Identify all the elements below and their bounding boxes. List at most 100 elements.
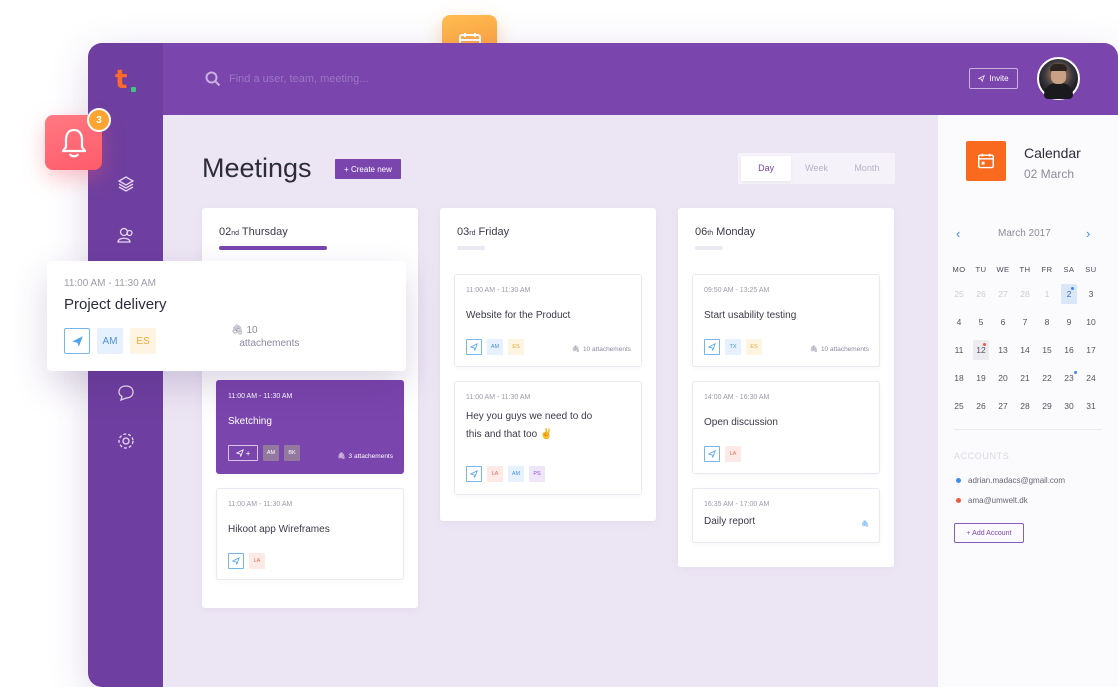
- logo[interactable]: t: [115, 65, 127, 95]
- chevron-left-icon[interactable]: ‹: [956, 226, 960, 241]
- settings-icon[interactable]: [116, 431, 136, 451]
- tab-week[interactable]: Week: [791, 156, 841, 181]
- calendar-day[interactable]: 9: [1058, 312, 1080, 332]
- popup-attachments[interactable]: 🖇 10 attachements: [231, 324, 299, 350]
- participant-chip[interactable]: ES: [508, 339, 524, 355]
- logo-dot: [131, 87, 136, 92]
- calendar-day[interactable]: 1: [1036, 284, 1058, 304]
- calendar-day[interactable]: 28: [1014, 396, 1036, 416]
- calendar-day[interactable]: 3: [1080, 284, 1102, 304]
- calendar-day[interactable]: 26: [970, 396, 992, 416]
- send-add-button[interactable]: +: [228, 445, 258, 461]
- participant-chip[interactable]: LA: [725, 446, 741, 462]
- calendar-day[interactable]: 6: [992, 312, 1014, 332]
- calendar-day[interactable]: 16: [1058, 340, 1080, 360]
- calendar-day[interactable]: 10: [1080, 312, 1102, 332]
- calendar-day-selected[interactable]: 2: [1061, 284, 1077, 304]
- meeting-chips: LA: [228, 553, 265, 569]
- calendar-day[interactable]: 12: [973, 340, 989, 360]
- meeting-card[interactable]: 11:00 AM - 11:30 AM Sketching + AM BK 🖇 3…: [216, 380, 404, 474]
- participant-chip[interactable]: AM: [263, 445, 279, 461]
- send-icon[interactable]: [704, 446, 720, 462]
- calendar-day[interactable]: 11: [948, 340, 970, 360]
- send-icon[interactable]: [228, 553, 244, 569]
- calendar-day[interactable]: 24: [1080, 368, 1102, 388]
- participant-chip[interactable]: AM: [97, 328, 123, 354]
- account-item[interactable]: ama@umwelt.dk: [956, 496, 1028, 505]
- column-progress: [219, 246, 327, 250]
- notification-count-badge: 3: [87, 108, 111, 132]
- chevron-right-icon[interactable]: ›: [1086, 226, 1090, 241]
- invite-button[interactable]: Invite: [969, 68, 1018, 89]
- calendar-icon: [966, 141, 1006, 181]
- participant-chip[interactable]: LA: [487, 466, 503, 482]
- meeting-card[interactable]: 11:00 AM - 11:30 AM Hikoot app Wireframe…: [216, 488, 404, 580]
- meeting-card[interactable]: 16:35 AM - 17:00 AM Daily report 🖇: [692, 488, 880, 543]
- meeting-card[interactable]: 14:00 AM - 16:30 AM Open discussion LA: [692, 381, 880, 474]
- meeting-time: 11:00 AM - 11:30 AM: [228, 501, 293, 508]
- calendar-day[interactable]: 4: [948, 312, 970, 332]
- avatar[interactable]: [1037, 57, 1080, 100]
- calendar-day[interactable]: 17: [1080, 340, 1102, 360]
- calendar-day[interactable]: 27: [992, 284, 1014, 304]
- calendar-day[interactable]: 28: [1014, 284, 1036, 304]
- calendar-week: 4 5 6 7 8 9 10: [948, 312, 1118, 332]
- column-progress: [695, 246, 723, 250]
- meeting-chips: TX ES: [704, 339, 762, 355]
- calendar-day[interactable]: 19: [970, 368, 992, 388]
- calendar-day[interactable]: 5: [970, 312, 992, 332]
- paperclip-icon[interactable]: 🖇: [861, 520, 869, 528]
- add-account-button[interactable]: + Add Account: [954, 523, 1024, 543]
- calendar-week: 25 26 27 28 29 30 31: [948, 396, 1118, 416]
- participant-chip[interactable]: PS: [529, 466, 545, 482]
- calendar-day[interactable]: 14: [1014, 340, 1036, 360]
- participant-chip[interactable]: LA: [249, 553, 265, 569]
- participant-chip[interactable]: BK: [284, 445, 300, 461]
- search-input[interactable]: [229, 69, 529, 89]
- send-icon[interactable]: [466, 466, 482, 482]
- calendar-title: Calendar: [1024, 145, 1081, 161]
- calendar-day[interactable]: 27: [992, 396, 1014, 416]
- send-icon[interactable]: [466, 339, 482, 355]
- participant-chip[interactable]: TX: [725, 339, 741, 355]
- accounts-heading: ACCOUNTS: [954, 451, 1010, 461]
- account-item[interactable]: adrian.madacs@gmail.com: [956, 476, 1065, 485]
- attachments-link[interactable]: 🖇 3 attachements: [337, 452, 393, 461]
- meeting-card[interactable]: 11:00 AM - 11:30 AM Hey you guys we need…: [454, 381, 642, 495]
- participant-chip[interactable]: AM: [487, 339, 503, 355]
- top-bar: Invite: [163, 43, 1118, 115]
- create-new-button[interactable]: + Create new: [335, 159, 401, 179]
- meeting-popup-card[interactable]: 11:00 AM - 11:30 AM Project delivery AM …: [47, 261, 406, 371]
- calendar-day[interactable]: 21: [1014, 368, 1036, 388]
- calendar-day[interactable]: 13: [992, 340, 1014, 360]
- send-icon[interactable]: [64, 328, 90, 354]
- calendar-day[interactable]: 8: [1036, 312, 1058, 332]
- participant-chip[interactable]: ES: [746, 339, 762, 355]
- calendar-day[interactable]: 7: [1014, 312, 1036, 332]
- users-icon[interactable]: [116, 225, 136, 245]
- meeting-card[interactable]: 09:50 AM - 13:25 AM Start usability test…: [692, 274, 880, 367]
- avatar-hair: [1050, 64, 1067, 71]
- send-icon[interactable]: [704, 339, 720, 355]
- calendar-day[interactable]: 15: [1036, 340, 1058, 360]
- calendar-day[interactable]: 20: [992, 368, 1014, 388]
- chat-icon[interactable]: [116, 383, 136, 403]
- calendar-day[interactable]: 29: [1036, 396, 1058, 416]
- calendar-day[interactable]: 26: [970, 284, 992, 304]
- calendar-day[interactable]: 18: [948, 368, 970, 388]
- meeting-card[interactable]: 11:00 AM - 11:30 AM Website for the Prod…: [454, 274, 642, 367]
- tab-day[interactable]: Day: [741, 156, 792, 181]
- meeting-title: Open discussion: [704, 417, 778, 428]
- attachments-link[interactable]: 🖇 10 attachements: [572, 345, 631, 354]
- layers-icon[interactable]: [116, 174, 136, 194]
- tab-month[interactable]: Month: [842, 156, 892, 181]
- calendar-day[interactable]: 23: [1058, 368, 1080, 388]
- participant-chip[interactable]: AM: [508, 466, 524, 482]
- calendar-day[interactable]: 25: [948, 284, 970, 304]
- calendar-day[interactable]: 30: [1058, 396, 1080, 416]
- calendar-day[interactable]: 25: [948, 396, 970, 416]
- calendar-day[interactable]: 31: [1080, 396, 1102, 416]
- calendar-day[interactable]: 22: [1036, 368, 1058, 388]
- participant-chip[interactable]: ES: [130, 328, 156, 354]
- attachments-link[interactable]: 🖇 10 attachements: [810, 345, 869, 354]
